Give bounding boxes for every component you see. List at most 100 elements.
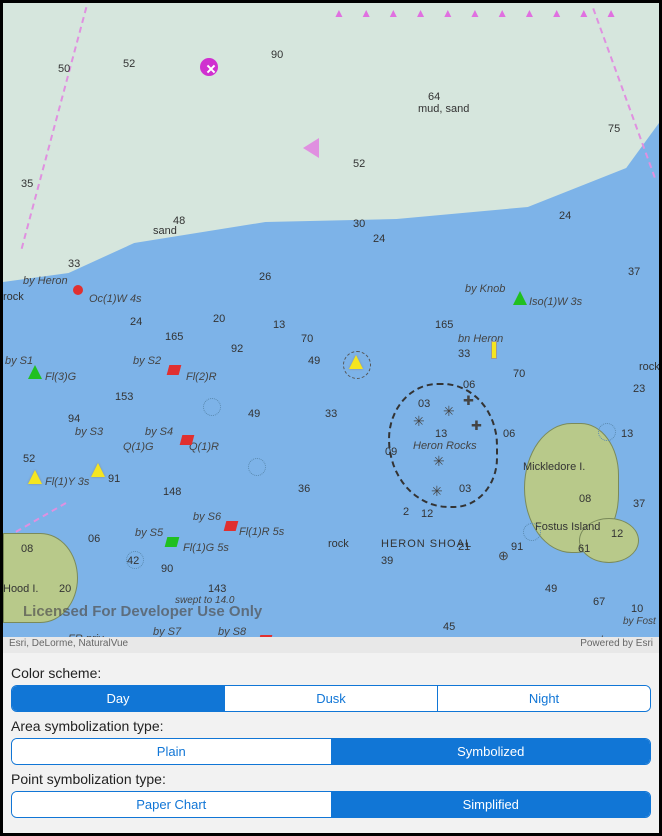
depth-sounding: 64 bbox=[428, 91, 440, 103]
light-buoy-icon bbox=[73, 285, 87, 299]
rocks-boundary bbox=[388, 383, 498, 508]
depth-sounding: 153 bbox=[115, 391, 133, 403]
buoy-label: by S5 bbox=[135, 527, 163, 539]
color-day-button[interactable]: Day bbox=[12, 686, 224, 711]
light-char: Fl(1)R 5s bbox=[239, 526, 284, 538]
nav-triangle-green-icon bbox=[28, 365, 42, 379]
light-char: Fl(3)G bbox=[45, 371, 76, 383]
nav-triangle-green-icon bbox=[513, 291, 527, 305]
sounding-doubtful-icon bbox=[203, 398, 221, 416]
depth-sounding: 12 bbox=[611, 528, 623, 540]
depth-sounding: 39 bbox=[381, 555, 393, 567]
depth-sounding: 06 bbox=[88, 533, 100, 545]
nav-flag-green-icon bbox=[166, 537, 180, 551]
depth-sounding: 91 bbox=[511, 541, 523, 553]
color-scheme-label: Color scheme: bbox=[11, 665, 651, 681]
depth-sounding: 23 bbox=[633, 383, 645, 395]
attribution-left: Esri, DeLorme, NaturalVue bbox=[9, 638, 128, 652]
nautical-chart-map[interactable]: ▲ ▲ ▲ ▲ ▲ ▲ ▲ ▲ ▲ ▲ ▲ mud, sand sand by … bbox=[3, 3, 659, 653]
buoy-label: by S2 bbox=[133, 355, 161, 367]
danger-circle-icon bbox=[343, 351, 371, 379]
depth-sounding: 90 bbox=[271, 49, 283, 61]
display-settings-panel: Color scheme: Day Dusk Night Area symbol… bbox=[3, 653, 659, 833]
buoy-label: by Fost bbox=[623, 616, 656, 627]
attribution-bar: Esri, DeLorme, NaturalVue Powered by Esr… bbox=[3, 637, 659, 653]
depth-sounding: 37 bbox=[628, 266, 640, 278]
depth-sounding: 08 bbox=[579, 493, 591, 505]
depth-sounding: 33 bbox=[458, 348, 470, 360]
depth-sounding: 61 bbox=[578, 543, 590, 555]
depth-sounding: 143 bbox=[208, 583, 226, 595]
depth-sounding: 24 bbox=[559, 210, 571, 222]
obstruction-symbol-icon: ⊕ bbox=[498, 548, 509, 564]
depth-sounding: 49 bbox=[308, 355, 320, 367]
depth-sounding: 09 bbox=[385, 446, 397, 458]
depth-sounding: 13 bbox=[621, 428, 633, 440]
sounding-doubtful-icon bbox=[598, 423, 616, 441]
depth-sounding: 90 bbox=[161, 563, 173, 575]
depth-sounding: 36 bbox=[298, 483, 310, 495]
depth-sounding: 52 bbox=[123, 58, 135, 70]
depth-sounding: 2 bbox=[403, 506, 409, 518]
depth-sounding: 30 bbox=[353, 218, 365, 230]
depth-sounding: 42 bbox=[127, 555, 139, 567]
depth-sounding: 50 bbox=[58, 63, 70, 75]
point-type-segmented: Paper Chart Simplified bbox=[11, 791, 651, 818]
depth-sounding: 26 bbox=[259, 271, 271, 283]
color-scheme-segmented: Day Dusk Night bbox=[11, 685, 651, 712]
buoy-label: by S6 bbox=[193, 511, 221, 523]
depth-sounding: 48 bbox=[173, 215, 185, 227]
light-char: Fl(2)R bbox=[186, 371, 217, 383]
obstruction-symbol-icon: ✚ bbox=[463, 393, 474, 409]
depth-sounding: 06 bbox=[463, 379, 475, 391]
depth-sounding: 21 bbox=[458, 541, 470, 553]
app-frame: ▲ ▲ ▲ ▲ ▲ ▲ ▲ ▲ ▲ ▲ ▲ mud, sand sand by … bbox=[0, 0, 662, 836]
depth-sounding: 70 bbox=[301, 333, 313, 345]
wind-marker-icon bbox=[303, 138, 319, 158]
depth-sounding: 165 bbox=[435, 319, 453, 331]
depth-sounding: 35 bbox=[21, 178, 33, 190]
rock-symbol-icon: ✳ bbox=[433, 453, 445, 470]
land-area-north bbox=[3, 3, 659, 303]
obstruction-marker-icon bbox=[200, 58, 218, 76]
sounding-doubtful-icon bbox=[523, 523, 541, 541]
depth-sounding: 20 bbox=[59, 583, 71, 595]
depth-sounding: 10 bbox=[631, 603, 643, 615]
depth-sounding: 24 bbox=[373, 233, 385, 245]
depth-sounding: 75 bbox=[608, 123, 620, 135]
point-paperchart-button[interactable]: Paper Chart bbox=[12, 792, 331, 817]
point-simplified-button[interactable]: Simplified bbox=[331, 792, 651, 817]
rock-symbol-icon: ✳ bbox=[431, 483, 443, 500]
depth-sounding: 24 bbox=[130, 316, 142, 328]
depth-sounding: 165 bbox=[165, 331, 183, 343]
area-type-label: Area symbolization type: bbox=[11, 718, 651, 734]
nav-triangle-yellow-icon bbox=[28, 470, 42, 484]
seabed-label: mud, sand bbox=[418, 103, 469, 115]
light-char: Oc(1)W 4s bbox=[89, 293, 142, 305]
restricted-area-border: ▲ ▲ ▲ ▲ ▲ ▲ ▲ ▲ ▲ ▲ ▲ bbox=[333, 6, 623, 20]
nav-flag-red-icon bbox=[225, 521, 239, 535]
point-type-label: Point symbolization type: bbox=[11, 771, 651, 787]
light-char: Fl(1)G 5s bbox=[183, 542, 229, 554]
depth-sounding: 91 bbox=[108, 473, 120, 485]
depth-sounding: 06 bbox=[503, 428, 515, 440]
light-char: Fl(1)Y 3s bbox=[45, 476, 89, 488]
area-type-segmented: Plain Symbolized bbox=[11, 738, 651, 765]
depth-sounding: 12 bbox=[421, 508, 433, 520]
nav-pillar-yellow-icon bbox=[491, 341, 497, 359]
area-symbolized-button[interactable]: Symbolized bbox=[331, 739, 651, 764]
depth-sounding: 45 bbox=[443, 621, 455, 633]
rock-label: rock bbox=[3, 291, 24, 303]
color-dusk-button[interactable]: Dusk bbox=[224, 686, 437, 711]
color-night-button[interactable]: Night bbox=[437, 686, 650, 711]
nav-flag-red-icon bbox=[168, 365, 182, 379]
island-label: Hood I. bbox=[3, 583, 38, 595]
buoy-label: by Knob bbox=[465, 283, 505, 295]
depth-sounding: 52 bbox=[23, 453, 35, 465]
rock-label: rock bbox=[639, 361, 660, 373]
buoy-label: by S4 bbox=[145, 426, 173, 438]
area-plain-button[interactable]: Plain bbox=[12, 739, 331, 764]
depth-sounding: 67 bbox=[593, 596, 605, 608]
depth-sounding: 49 bbox=[248, 408, 260, 420]
depth-sounding: 13 bbox=[435, 428, 447, 440]
